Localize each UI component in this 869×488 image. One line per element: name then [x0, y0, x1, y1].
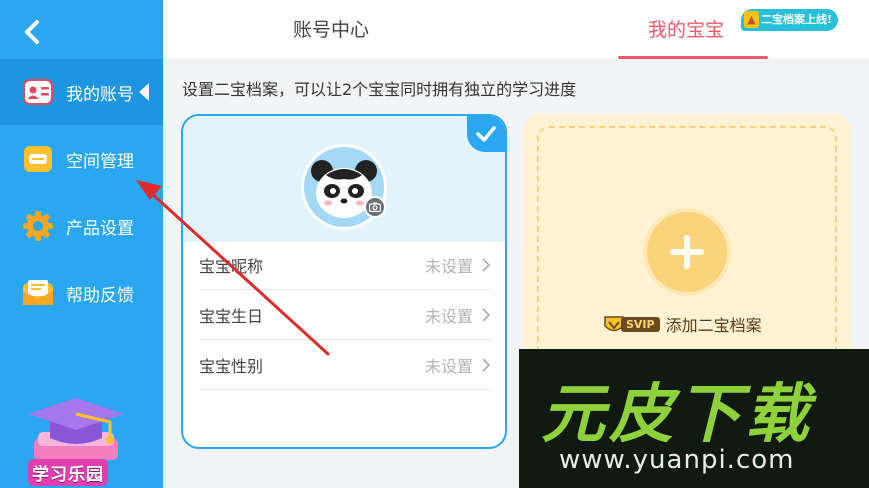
new-feature-badge: ▲ 二宝档案上线!: [741, 9, 839, 31]
tag-icon: ▲: [744, 11, 759, 28]
promo-label: 学习乐园: [28, 459, 108, 486]
watermark: 元皮下载 www.yuanpi.com: [519, 349, 869, 488]
active-indicator: [139, 83, 149, 101]
selected-check-button[interactable]: [467, 116, 505, 152]
plus-icon: [670, 235, 704, 269]
add-label-text: 添加二宝档案: [665, 316, 762, 335]
sidebar-item-my-account[interactable]: 我的账号: [0, 59, 163, 125]
birthday-row[interactable]: 宝宝生日 未设置: [199, 290, 491, 340]
tab-account-center[interactable]: 账号中心: [293, 0, 369, 60]
sidebar-item-label: 我的账号: [66, 84, 134, 105]
sidebar-item-label: 空间管理: [66, 151, 134, 172]
sidebar: 我的账号 空间管理 产品设置 帮助反馈 学习乐园: [0, 0, 163, 488]
row-label: 宝宝昵称: [199, 256, 264, 276]
storage-box-icon: [22, 143, 54, 175]
tab-my-baby[interactable]: 我的宝宝: [648, 0, 724, 60]
chevron-right-icon: [482, 357, 491, 372]
row-label: 宝宝性别: [199, 356, 264, 376]
mail-icon: [22, 277, 54, 309]
row-value: 未设置: [424, 306, 473, 326]
watermark-logo-text: 元皮下载: [541, 378, 813, 452]
sidebar-item-label: 产品设置: [66, 218, 134, 239]
add-profile-button[interactable]: [643, 208, 731, 296]
row-value: 未设置: [424, 356, 473, 376]
baby-profile-card[interactable]: 宝宝昵称 未设置 宝宝生日 未设置 宝宝性别 未设置: [181, 114, 507, 449]
id-card-icon: [22, 76, 54, 108]
svip-text: SVIP: [621, 316, 660, 332]
chevron-right-icon: [482, 307, 491, 322]
nickname-row[interactable]: 宝宝昵称 未设置: [199, 240, 491, 290]
chevron-left-icon: [25, 20, 39, 44]
learning-park-promo[interactable]: 学习乐园: [20, 392, 140, 488]
sidebar-item-help-feedback[interactable]: 帮助反馈: [0, 260, 163, 326]
camera-icon: [369, 202, 381, 212]
active-tab-underline: [618, 56, 768, 59]
svip-badge: SVIP: [603, 313, 660, 335]
checkmark-icon: [476, 126, 496, 142]
gender-row[interactable]: 宝宝性别 未设置: [199, 340, 491, 390]
hint-text: 设置二宝档案，可以让2个宝宝同时拥有独立的学习进度: [182, 80, 577, 99]
gear-icon: [22, 210, 54, 242]
change-photo-button[interactable]: [364, 196, 386, 218]
header: 账号中心 我的宝宝 ▲ 二宝档案上线!: [163, 0, 869, 60]
badge-text: 二宝档案上线!: [761, 13, 833, 26]
add-profile-label[interactable]: SVIP 添加二宝档案: [603, 312, 762, 336]
sidebar-item-space-management[interactable]: 空间管理: [0, 126, 163, 192]
watermark-url: www.yuanpi.com: [559, 445, 795, 475]
chevron-right-icon: [482, 257, 491, 272]
sidebar-item-label: 帮助反馈: [66, 285, 134, 306]
sidebar-item-product-settings[interactable]: 产品设置: [0, 193, 163, 259]
row-value: 未设置: [424, 256, 473, 276]
back-button[interactable]: [14, 14, 50, 50]
row-label: 宝宝生日: [199, 306, 264, 326]
